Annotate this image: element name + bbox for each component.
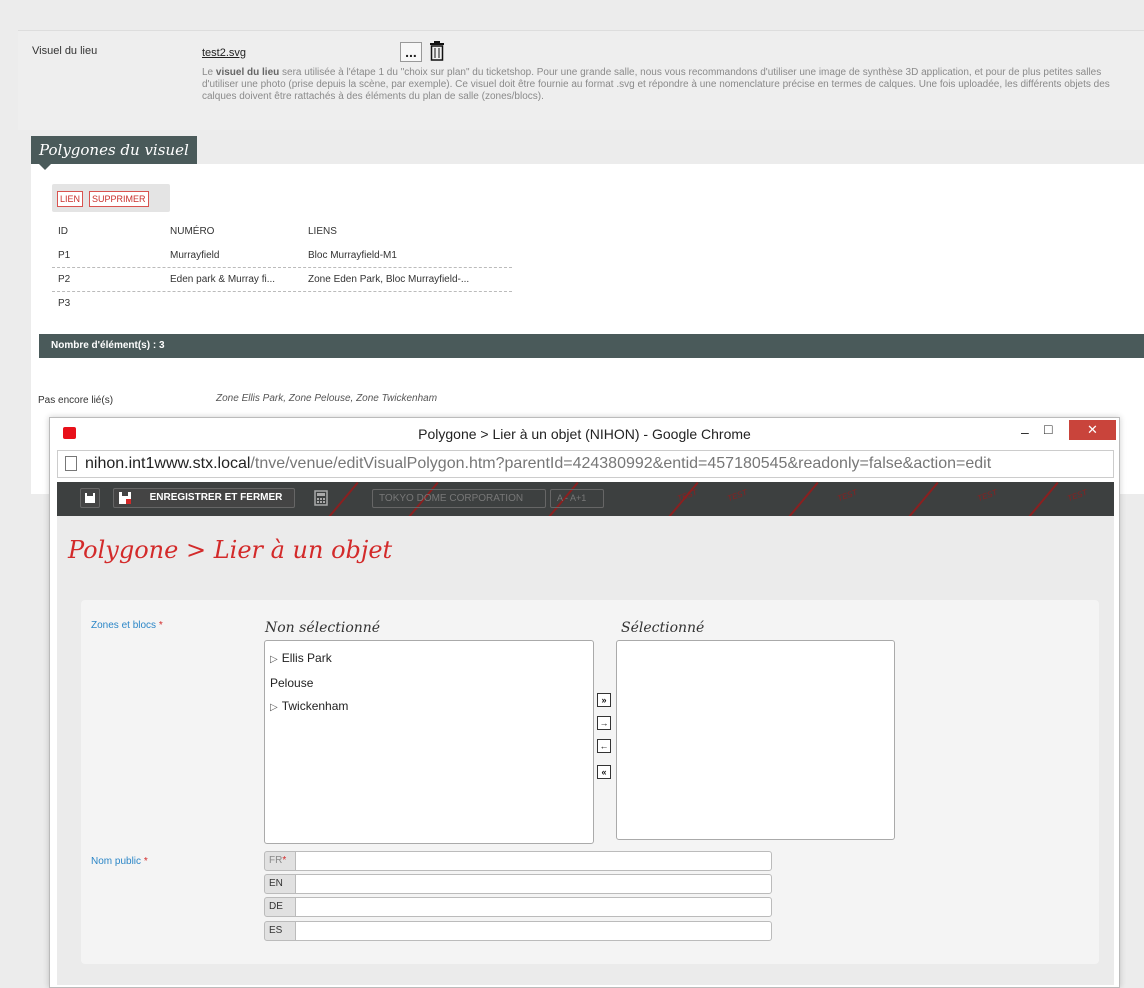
polygons-section-title: Polygones du visuel bbox=[31, 136, 197, 170]
non-selected-heading: Non sélectionné bbox=[265, 620, 381, 636]
lang-tag-de: DE bbox=[264, 897, 296, 917]
file-link[interactable]: test2.svg bbox=[202, 47, 246, 59]
save-icon bbox=[85, 493, 95, 503]
test-watermark: TEST bbox=[836, 487, 859, 504]
popup-window: Polygone > Lier à un objet (NIHON) - Goo… bbox=[49, 417, 1120, 988]
url-text[interactable]: nihon.int1www.stx.local/tnve/venue/editV… bbox=[85, 455, 991, 473]
window-title: Polygone > Lier à un objet (NIHON) - Goo… bbox=[418, 426, 751, 442]
trash-icon[interactable] bbox=[429, 41, 445, 61]
maximize-icon[interactable]: □ bbox=[1044, 421, 1052, 437]
public-name-label: Nom public * bbox=[91, 856, 148, 867]
not-linked-value: Zone Ellis Park, Zone Pelouse, Zone Twic… bbox=[216, 393, 438, 404]
lang-tag-fr: FR* bbox=[264, 851, 296, 871]
list-item[interactable]: ▷ Ellis Park bbox=[270, 651, 332, 665]
link-form: Zones et blocs * Non sélectionné Sélecti… bbox=[81, 600, 1099, 964]
table-row[interactable]: P1 Murrayfield Bloc Murrayfield-M1 bbox=[52, 244, 512, 268]
zones-label: Zones et blocs * bbox=[91, 620, 163, 631]
lang-tag-es: ES bbox=[264, 921, 296, 941]
browse-button[interactable]: ... bbox=[400, 42, 422, 62]
test-watermark: TEST bbox=[726, 487, 749, 504]
move-all-right-button[interactable]: » bbox=[597, 693, 611, 707]
page-title-clipped bbox=[14, 0, 21, 11]
visual-row: Visuel du lieu test2.svg ... Le visuel d… bbox=[18, 30, 1144, 130]
visual-help-text: Le visuel du lieu sera utilisée à l'étap… bbox=[202, 67, 1110, 102]
public-name-fr-input[interactable] bbox=[295, 851, 772, 871]
table-row[interactable]: P2 Eden park & Murray fi... Zone Eden Pa… bbox=[52, 268, 512, 292]
test-stripe bbox=[778, 482, 819, 516]
table-header: ID NUMÉRO LIENS bbox=[58, 226, 337, 237]
calculator-icon[interactable] bbox=[311, 488, 331, 508]
lang-tag-en: EN bbox=[264, 874, 296, 894]
move-right-button[interactable]: → bbox=[597, 716, 611, 730]
public-name-en-input[interactable] bbox=[295, 874, 772, 894]
list-item[interactable]: ▷ Twickenham bbox=[270, 699, 348, 713]
save-button[interactable] bbox=[80, 488, 100, 508]
test-stripe bbox=[1018, 482, 1059, 516]
test-watermark: TEST bbox=[1066, 487, 1089, 504]
selected-list[interactable] bbox=[616, 640, 895, 840]
table-row[interactable]: P3 bbox=[52, 292, 512, 316]
visual-label: Visuel du lieu bbox=[32, 45, 98, 57]
polygons-table: ID NUMÉRO LIENS P1 Murrayfield Bloc Murr… bbox=[52, 220, 512, 316]
font-size-control[interactable]: A - A+1 bbox=[550, 489, 604, 508]
expand-triangle-icon[interactable]: ▷ bbox=[270, 654, 278, 665]
save-and-close-button[interactable]: ENREGISTRER ET FERMER bbox=[113, 488, 295, 508]
public-name-es-input[interactable] bbox=[295, 921, 772, 941]
link-button[interactable]: LIEN bbox=[57, 191, 84, 207]
move-left-button[interactable]: ← bbox=[597, 739, 611, 753]
minimize-icon[interactable]: – bbox=[1021, 424, 1029, 440]
element-count-bar: Nombre d'élément(s) : 3 bbox=[39, 334, 1144, 358]
test-watermark: TEST bbox=[976, 487, 999, 504]
move-all-left-button[interactable]: « bbox=[597, 765, 611, 779]
page-icon bbox=[65, 456, 77, 471]
organization-selector[interactable]: TOKYO DOME CORPORATION bbox=[372, 489, 546, 508]
not-linked-label: Pas encore lié(s) bbox=[38, 395, 114, 406]
window-titlebar[interactable]: Polygone > Lier à un objet (NIHON) - Goo… bbox=[50, 418, 1119, 450]
test-watermark: TEST bbox=[676, 487, 699, 504]
popup-toolbar: TEST TEST TEST TEST TEST ENREGISTRER ET … bbox=[57, 482, 1114, 516]
list-item[interactable]: Pelouse bbox=[270, 676, 313, 690]
non-selected-list[interactable]: ▷ Ellis Park Pelouse ▷ Twickenham bbox=[264, 640, 594, 844]
address-bar[interactable]: nihon.int1www.stx.local/tnve/venue/editV… bbox=[57, 450, 1114, 478]
test-stripe bbox=[898, 482, 939, 516]
popup-content: Polygone > Lier à un objet Zones et bloc… bbox=[57, 516, 1114, 985]
selected-heading: Sélectionné bbox=[621, 620, 705, 636]
popup-heading: Polygone > Lier à un objet bbox=[68, 536, 393, 564]
public-name-de-input[interactable] bbox=[295, 897, 772, 917]
save-close-icon bbox=[119, 492, 131, 504]
expand-triangle-icon[interactable]: ▷ bbox=[270, 702, 278, 713]
close-icon[interactable]: ✕ bbox=[1069, 420, 1116, 440]
delete-button[interactable]: SUPPRIMER bbox=[89, 191, 149, 207]
